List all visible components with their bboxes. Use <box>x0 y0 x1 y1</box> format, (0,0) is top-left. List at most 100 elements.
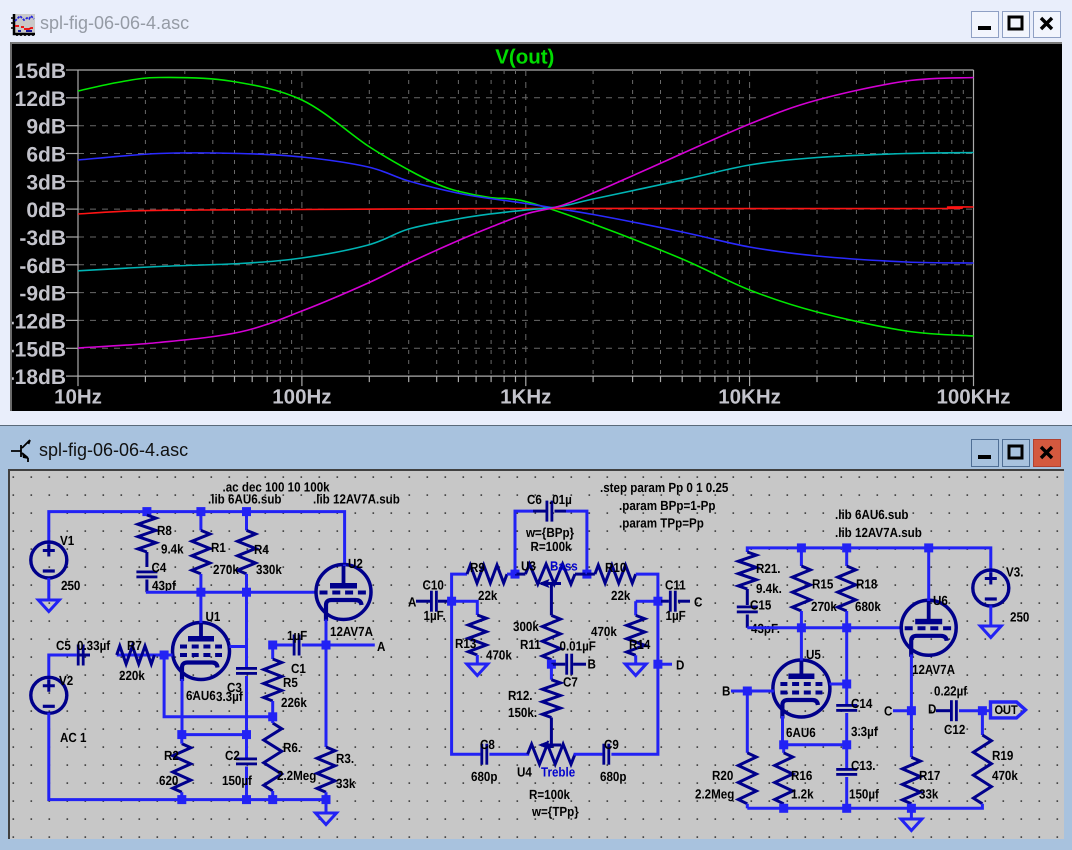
svg-text:12dB: 12dB <box>15 88 66 111</box>
svg-text:.param TPp=Pp: .param TPp=Pp <box>619 516 704 531</box>
svg-text:.01µ: .01µ <box>549 492 572 507</box>
svg-text:V2: V2 <box>59 673 73 688</box>
svg-text:33k: 33k <box>919 787 939 802</box>
svg-text:150k.: 150k. <box>508 705 537 720</box>
svg-text:10Hz: 10Hz <box>54 386 102 409</box>
svg-text:C2: C2 <box>225 748 240 763</box>
svg-text:R4: R4 <box>254 542 269 557</box>
svg-text:300k: 300k <box>513 619 539 634</box>
svg-text:.param BPp=1-Pp: .param BPp=1-Pp <box>619 498 715 513</box>
svg-text:C7: C7 <box>563 675 578 690</box>
svg-text:U3: U3 <box>521 559 536 574</box>
svg-text:330k: 330k <box>256 562 282 577</box>
svg-text:680p: 680p <box>471 769 497 784</box>
svg-text:C8: C8 <box>480 737 495 752</box>
svg-text:1µF.: 1µF. <box>424 608 446 623</box>
svg-text:R=100k: R=100k <box>529 787 571 802</box>
svg-text:1.2k: 1.2k <box>791 787 814 802</box>
svg-text:U6: U6 <box>933 593 948 608</box>
svg-text:R17: R17 <box>919 768 940 783</box>
svg-text:22k: 22k <box>611 588 631 603</box>
svg-text:250: 250 <box>61 578 80 593</box>
svg-text:Treble: Treble <box>541 765 575 780</box>
svg-text:C: C <box>884 704 893 719</box>
svg-text:220k: 220k <box>119 668 145 683</box>
svg-text:-3dB: -3dB <box>19 227 66 250</box>
svg-text:.lib 6AU6.sub: .lib 6AU6.sub <box>208 492 282 507</box>
svg-text:V3.: V3. <box>1006 565 1023 580</box>
svg-text:C4: C4 <box>152 560 167 575</box>
svg-text:22k: 22k <box>478 588 498 603</box>
svg-text:1KHz: 1KHz <box>500 386 551 409</box>
svg-text:470k: 470k <box>486 648 512 663</box>
svg-text:U1: U1 <box>206 609 221 624</box>
svg-text:250: 250 <box>1010 610 1029 625</box>
svg-text:6dB: 6dB <box>26 144 66 167</box>
svg-text:R12.: R12. <box>508 688 533 703</box>
svg-text:470k: 470k <box>992 768 1018 783</box>
svg-text:C11: C11 <box>665 578 686 593</box>
svg-text:R11: R11 <box>520 637 541 652</box>
svg-text:R14: R14 <box>629 637 651 652</box>
svg-text:R19: R19 <box>992 748 1013 763</box>
svg-text:150µf: 150µf <box>849 787 879 802</box>
svg-text:0.01µF: 0.01µF <box>560 639 596 654</box>
svg-text:V1: V1 <box>60 533 74 548</box>
svg-text:12AV7A: 12AV7A <box>912 662 955 677</box>
svg-text:.lib 12AV7A.sub: .lib 12AV7A.sub <box>313 492 400 507</box>
svg-text:33k: 33k <box>336 776 356 791</box>
svg-text:D: D <box>928 702 936 717</box>
svg-text:C15: C15 <box>750 598 771 613</box>
svg-text:C1: C1 <box>291 661 306 676</box>
svg-text:R20: R20 <box>712 768 733 783</box>
svg-text:226k: 226k <box>281 695 307 710</box>
svg-text:-9dB: -9dB <box>19 283 66 306</box>
svg-text:270k: 270k <box>811 599 837 614</box>
svg-text:R16: R16 <box>791 768 812 783</box>
svg-text:R3.: R3. <box>336 751 354 766</box>
svg-text:150µf: 150µf <box>222 773 252 788</box>
svg-text:100KHz: 100KHz <box>936 386 1010 409</box>
svg-text:B: B <box>588 657 596 672</box>
svg-text:w={TPp}: w={TPp} <box>531 804 579 819</box>
svg-text:0dB: 0dB <box>26 199 66 222</box>
svg-text:1µF: 1µF <box>287 628 307 643</box>
svg-text:0.33µf: 0.33µf <box>77 638 111 653</box>
svg-text:-6dB: -6dB <box>19 255 66 278</box>
svg-text:R18: R18 <box>856 577 877 592</box>
svg-text:3.3µf: 3.3µf <box>851 724 878 739</box>
svg-text:2.2Meg: 2.2Meg <box>277 768 316 783</box>
svg-text:10KHz: 10KHz <box>718 386 781 409</box>
svg-text:OUT: OUT <box>995 703 1019 717</box>
svg-text:9.4k: 9.4k <box>161 542 184 557</box>
svg-text:C9: C9 <box>604 737 619 752</box>
svg-text:.lib 6AU6.sub: .lib 6AU6.sub <box>835 507 909 522</box>
svg-text:C10: C10 <box>423 578 444 593</box>
svg-text:15dB: 15dB <box>15 60 66 83</box>
svg-text:100Hz: 100Hz <box>272 386 331 409</box>
svg-text:270k: 270k <box>213 562 239 577</box>
svg-text:R2: R2 <box>164 748 179 763</box>
svg-text:R10: R10 <box>605 560 626 575</box>
svg-text:R5: R5 <box>283 675 298 690</box>
svg-text:9.4k.: 9.4k. <box>756 581 782 596</box>
svg-text:.step param Pp 0 1 0.25: .step param Pp 0 1 0.25 <box>600 480 728 495</box>
svg-text:6AU6: 6AU6 <box>186 688 216 703</box>
svg-text:AC 1: AC 1 <box>60 730 86 745</box>
svg-text:R15: R15 <box>812 577 833 592</box>
svg-text:1µF: 1µF <box>666 608 686 623</box>
svg-text:12AV7A: 12AV7A <box>330 624 373 639</box>
svg-text:R9: R9 <box>470 560 485 575</box>
svg-text:-15dB: -15dB <box>12 338 66 361</box>
svg-text:680p: 680p <box>600 769 626 784</box>
svg-text:U4: U4 <box>517 765 532 780</box>
svg-text:R=100k: R=100k <box>531 539 573 554</box>
svg-text:R21.: R21. <box>756 561 781 576</box>
svg-text:R7: R7 <box>127 638 142 653</box>
svg-text:3dB: 3dB <box>26 171 66 194</box>
svg-text:C14: C14 <box>851 696 873 711</box>
svg-text:C6: C6 <box>527 492 542 507</box>
svg-text:3.3µf: 3.3µf <box>216 689 243 704</box>
svg-text:U2: U2 <box>348 556 363 571</box>
svg-text:0.22µf: 0.22µf <box>934 684 968 699</box>
